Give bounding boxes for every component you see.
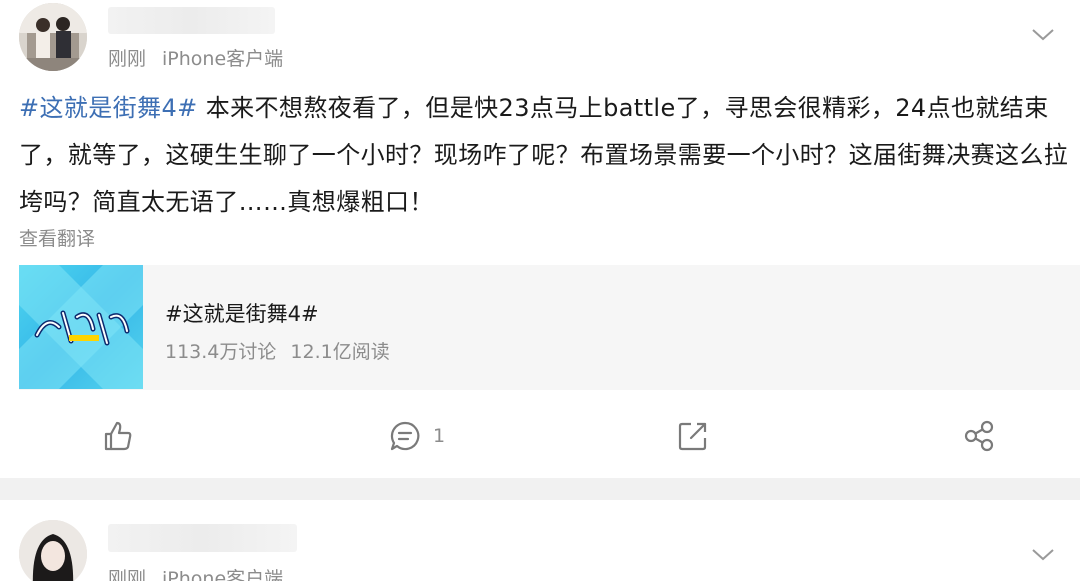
weibo-post: 刚刚 iPhone客户端 #这就是街舞4# 本来不想熬夜看了，但是快23点马上ba… bbox=[0, 0, 1080, 478]
post-time: 刚刚 bbox=[108, 48, 147, 70]
topic-logo-image bbox=[19, 265, 143, 389]
share-button[interactable] bbox=[963, 418, 995, 454]
topic-discussions: 113.4万讨论 bbox=[165, 341, 277, 363]
post-hashtag-link[interactable]: #这就是街舞4# bbox=[19, 94, 198, 122]
feed-separator bbox=[0, 478, 1080, 500]
avatar[interactable] bbox=[19, 3, 87, 71]
weibo-post: 刚刚 iPhone客户端 bbox=[0, 500, 1080, 581]
post-time: 刚刚 bbox=[108, 568, 147, 581]
like-button[interactable] bbox=[103, 418, 133, 454]
avatar-image bbox=[19, 520, 87, 581]
post-source: iPhone客户端 bbox=[162, 568, 284, 581]
repost-button[interactable] bbox=[677, 418, 709, 454]
chevron-down-icon[interactable] bbox=[1030, 544, 1056, 564]
username-redacted[interactable] bbox=[108, 524, 297, 552]
avatar[interactable] bbox=[19, 520, 87, 581]
share-icon bbox=[964, 420, 994, 452]
topic-card[interactable]: #这就是街舞4# 113.4万讨论 12.1亿阅读 bbox=[19, 265, 1080, 390]
thumbs-up-icon bbox=[104, 421, 132, 451]
username-redacted[interactable] bbox=[108, 7, 275, 34]
post-meta: 刚刚 iPhone客户端 bbox=[108, 564, 299, 581]
comment-button[interactable]: 1 bbox=[389, 418, 445, 454]
topic-thumbnail bbox=[19, 265, 143, 389]
translate-link[interactable]: 查看翻译 bbox=[19, 224, 95, 251]
chevron-down-icon[interactable] bbox=[1030, 24, 1056, 44]
topic-reads: 12.1亿阅读 bbox=[290, 341, 390, 363]
repost-icon bbox=[678, 422, 707, 451]
comment-icon bbox=[390, 421, 420, 451]
avatar-image bbox=[19, 3, 87, 71]
post-meta: 刚刚 iPhone客户端 bbox=[108, 44, 299, 71]
post-body: #这就是街舞4# 本来不想熬夜看了，但是快23点马上battle了，寻思会很精彩… bbox=[19, 85, 1069, 226]
post-source: iPhone客户端 bbox=[162, 48, 284, 70]
comment-count: 1 bbox=[433, 425, 446, 447]
topic-stats: 113.4万讨论 12.1亿阅读 bbox=[165, 337, 404, 364]
topic-title: #这就是街舞4# bbox=[165, 302, 319, 326]
